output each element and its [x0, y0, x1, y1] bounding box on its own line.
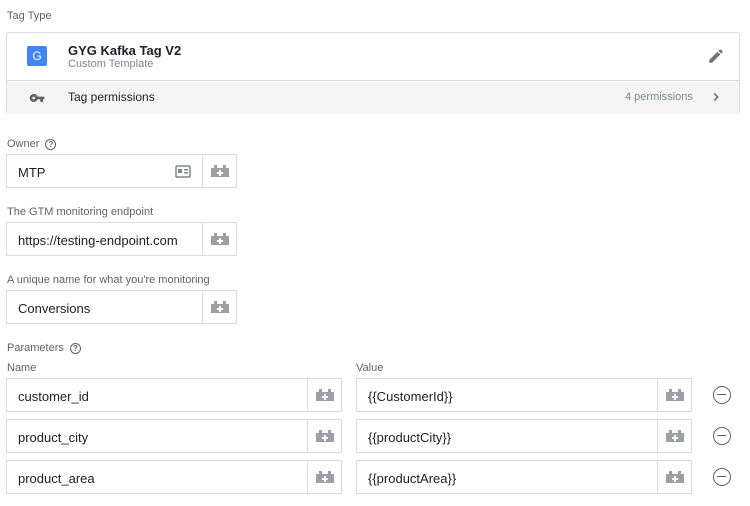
- remove-row-icon[interactable]: [713, 427, 731, 445]
- chevron-right-icon[interactable]: [708, 89, 724, 110]
- owner-label: Owner?: [7, 138, 57, 150]
- owner-label-text: Owner: [7, 138, 40, 150]
- param-value-input[interactable]: {{productCity}}: [356, 419, 692, 453]
- param-value-text: {{CustomerId}}: [368, 389, 453, 404]
- insert-variable-button[interactable]: [307, 461, 341, 493]
- endpoint-input[interactable]: https://testing-endpoint.com: [6, 222, 237, 256]
- endpoint-label: The GTM monitoring endpoint: [7, 206, 154, 218]
- value-column-header: Value: [356, 362, 384, 374]
- owner-input[interactable]: MTP: [6, 154, 237, 188]
- param-name-value: product_area: [18, 471, 95, 486]
- param-value-text: {{productCity}}: [368, 430, 452, 445]
- parameters-label-text: Parameters: [7, 342, 64, 354]
- tag-permissions-label: Tag permissions: [68, 90, 155, 104]
- name-column-header: Name: [7, 362, 37, 374]
- param-name-input[interactable]: customer_id: [6, 378, 342, 412]
- insert-variable-button[interactable]: [307, 379, 341, 411]
- key-icon: [29, 90, 45, 111]
- param-name-value: product_city: [18, 430, 89, 445]
- param-name-input[interactable]: product_area: [6, 460, 342, 494]
- parameters-label: Parameters?: [7, 342, 81, 354]
- unique-name-input[interactable]: Conversions: [6, 290, 237, 324]
- endpoint-value: https://testing-endpoint.com: [18, 233, 178, 248]
- tag-template-subtitle: Custom Template: [68, 58, 154, 70]
- remove-row-icon[interactable]: [713, 386, 731, 404]
- remove-row-icon[interactable]: [713, 468, 731, 486]
- insert-variable-button[interactable]: [657, 420, 691, 452]
- help-icon[interactable]: ?: [45, 138, 57, 150]
- unique-name-value: Conversions: [18, 301, 91, 316]
- owner-value: MTP: [18, 165, 46, 180]
- param-value-input[interactable]: {{CustomerId}}: [356, 378, 692, 412]
- insert-variable-button[interactable]: [657, 379, 691, 411]
- permissions-count: 4 permissions: [625, 91, 693, 103]
- insert-variable-button[interactable]: [202, 155, 236, 187]
- help-icon[interactable]: ?: [69, 342, 81, 354]
- tag-type-header[interactable]: G GYG Kafka Tag V2 Custom Template: [7, 33, 739, 80]
- insert-variable-button[interactable]: [307, 420, 341, 452]
- tag-type-label: Tag Type: [7, 10, 52, 22]
- insert-variable-button[interactable]: [202, 223, 236, 255]
- param-name-input[interactable]: product_city: [6, 419, 342, 453]
- tag-type-card: G GYG Kafka Tag V2 Custom Template Tag p…: [6, 32, 740, 114]
- param-value-text: {{productArea}}: [368, 471, 457, 486]
- tag-template-name: GYG Kafka Tag V2: [68, 43, 182, 58]
- insert-variable-button[interactable]: [657, 461, 691, 493]
- tag-permissions-row[interactable]: Tag permissions 4 permissions: [7, 80, 739, 114]
- param-name-value: customer_id: [18, 389, 89, 404]
- lookup-table-button[interactable]: [168, 155, 202, 187]
- param-value-input[interactable]: {{productArea}}: [356, 460, 692, 494]
- insert-variable-button[interactable]: [202, 291, 236, 323]
- edit-pencil-icon[interactable]: [707, 47, 725, 70]
- template-icon: G: [27, 46, 47, 66]
- unique-name-label: A unique name for what you're monitoring: [7, 274, 210, 286]
